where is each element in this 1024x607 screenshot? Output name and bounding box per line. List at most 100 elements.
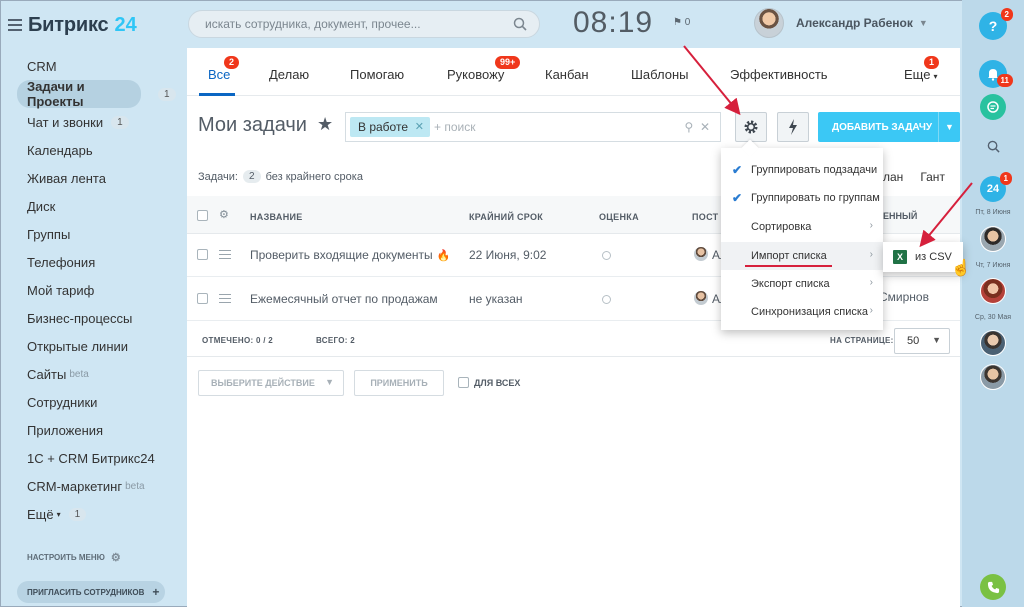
sidebar-item-apps[interactable]: Приложения xyxy=(17,416,182,444)
user-name: Александр Рабенок xyxy=(796,16,913,30)
task-title[interactable]: Ежемесячный отчет по продажам xyxy=(250,292,438,306)
clock[interactable]: 08:19 xyxy=(573,6,653,40)
tab-managing[interactable]: Руковожу xyxy=(447,67,504,82)
user-menu[interactable]: Александр Рабенок ▼ xyxy=(754,8,928,38)
sidebar-item-1c[interactable]: 1С + CRM Битрикс24 xyxy=(17,444,182,472)
column-name[interactable]: НАЗВАНИЕ xyxy=(250,212,303,222)
gear-icon[interactable]: ⚙ xyxy=(219,208,229,221)
flag-counter[interactable]: ⚑ 0 xyxy=(673,17,690,28)
robots-button[interactable] xyxy=(777,112,809,142)
check-icon: ✔ xyxy=(732,163,743,177)
calendar-button[interactable]: 24 1 xyxy=(980,172,1012,202)
sidebar-item-more[interactable]: Ещё ▾ 1 xyxy=(17,500,182,528)
tab-helping[interactable]: Помогаю xyxy=(350,67,404,82)
sidebar-item-tasks[interactable]: Задачи и Проекты 1 xyxy=(17,79,176,109)
clear-icon[interactable]: ✕ xyxy=(700,120,710,134)
sidebar-item-crm[interactable]: CRM xyxy=(17,52,182,80)
left-sidebar: Битрикс 24 CRM Задачи и Проекты 1 Чат и з… xyxy=(0,0,187,607)
task-title[interactable]: Проверить входящие документы 🔥 xyxy=(250,248,450,262)
tab-more[interactable]: Еще ▾ xyxy=(904,67,937,82)
sidebar-item-groups[interactable]: Группы xyxy=(17,220,182,248)
column-deadline[interactable]: КРАЙНИЙ СРОК xyxy=(469,212,543,222)
close-icon[interactable]: ✕ xyxy=(415,120,424,133)
view-plan[interactable]: лан xyxy=(883,170,903,184)
help-badge: 2 xyxy=(1000,8,1013,21)
counter-text[interactable]: без крайнего срока xyxy=(266,171,363,183)
chat-button[interactable] xyxy=(980,94,1006,120)
tab-doing[interactable]: Делаю xyxy=(269,67,309,82)
star-icon[interactable]: ★ xyxy=(317,114,333,135)
gear-icon xyxy=(744,120,758,134)
sidebar-count-badge: 1 xyxy=(158,87,176,101)
sidebar-item-feed[interactable]: Живая лента xyxy=(17,164,182,192)
view-gantt[interactable]: Гант xyxy=(920,170,945,184)
tab-templates[interactable]: Шаблоны xyxy=(631,67,689,82)
setup-menu-button[interactable]: НАСТРОИТЬ МЕНЮ ⚙ xyxy=(27,551,121,564)
avatar xyxy=(694,247,708,261)
recent-chat-2[interactable] xyxy=(980,278,1006,304)
counter-badge[interactable]: 2 xyxy=(243,170,261,183)
avatar xyxy=(694,291,708,305)
sidebar-item-telephony[interactable]: Телефония xyxy=(17,248,182,276)
invite-employees-button[interactable]: ПРИГЛАСИТЬ СОТРУДНИКОВ + xyxy=(17,581,165,603)
tab-kanban[interactable]: Канбан xyxy=(545,67,589,82)
phone-button[interactable] xyxy=(980,574,1006,600)
settings-button[interactable] xyxy=(735,112,767,142)
avatar xyxy=(980,278,1006,304)
column-creator[interactable]: ПОСТ xyxy=(692,212,718,222)
logo[interactable]: Битрикс 24 xyxy=(8,12,137,38)
chevron-down-icon: ▼ xyxy=(932,335,941,345)
bulk-action-select[interactable]: ВЫБЕРИТЕ ДЕЙСТВИЕ ▼ xyxy=(198,370,344,396)
for-all-checkbox[interactable] xyxy=(458,377,469,388)
rating-icon[interactable] xyxy=(602,251,611,260)
column-rating[interactable]: ОЦЕНКА xyxy=(599,212,639,222)
search-icon[interactable]: ⚲ xyxy=(684,120,693,134)
sidebar-item-chat[interactable]: Чат и звонки 1 xyxy=(17,108,182,136)
drag-handle-icon[interactable] xyxy=(219,250,231,262)
recent-chat-3[interactable] xyxy=(980,330,1006,356)
sidebar-item-calendar[interactable]: Календарь xyxy=(17,136,182,164)
for-all-toggle[interactable]: ДЛЯ ВСЕХ xyxy=(458,377,520,388)
per-page-select[interactable]: 50 ▼ xyxy=(894,328,950,354)
sidebar-item-crm-marketing[interactable]: CRM-маркетинг beta xyxy=(17,472,182,500)
select-all-checkbox[interactable] xyxy=(197,210,208,221)
menu-item-sorting[interactable]: Сортировка › xyxy=(721,213,883,241)
drag-handle-icon[interactable] xyxy=(219,294,231,306)
tab-efficiency[interactable]: Эффективность xyxy=(730,67,828,82)
menu-item-group-subtasks[interactable]: ✔ Группировать подзадачи xyxy=(721,156,883,184)
sidebar-item-tariff[interactable]: Мой тариф xyxy=(17,276,182,304)
recent-chat-1[interactable] xyxy=(980,226,1006,252)
filter-tag[interactable]: В работе ✕ xyxy=(350,117,431,137)
chevron-down-icon[interactable]: ▼ xyxy=(938,112,960,142)
chevron-right-icon: › xyxy=(869,220,873,231)
recent-chat-4[interactable] xyxy=(980,364,1006,390)
right-panel: ? 2 11 24 1 Пт, 8 Июня Чт, 7 Июня Ср, 30 … xyxy=(962,0,1024,607)
sidebar-item-sites[interactable]: Сайты beta xyxy=(17,360,182,388)
sidebar-item-employees[interactable]: Сотрудники xyxy=(17,388,182,416)
rating-icon[interactable] xyxy=(602,295,611,304)
sidebar-item-bizproc[interactable]: Бизнес-процессы xyxy=(17,304,182,332)
apply-button[interactable]: ПРИМЕНИТЬ xyxy=(354,370,444,396)
menu-item-group-by-groups[interactable]: ✔ Группировать по группам xyxy=(721,184,883,212)
task-responsible[interactable]: Смирнов xyxy=(879,290,929,304)
menu-item-export[interactable]: Экспорт списка › xyxy=(721,270,883,298)
notifications-button[interactable]: 11 xyxy=(979,60,1013,88)
column-responsible[interactable]: ЕННЫЙ xyxy=(883,211,917,221)
sidebar-item-openlines[interactable]: Открытые линии xyxy=(17,332,182,360)
row-checkbox[interactable] xyxy=(197,249,208,260)
task-deadline[interactable]: не указан xyxy=(469,292,523,306)
chat-date: Пт, 8 Июня xyxy=(975,209,1011,216)
sidebar-item-disk[interactable]: Диск xyxy=(17,192,182,220)
filter-search-input[interactable]: В работе ✕ + поиск ⚲ ✕ xyxy=(345,112,721,142)
check-icon: ✔ xyxy=(732,191,743,205)
add-task-button[interactable]: ДОБАВИТЬ ЗАДАЧУ ▼ xyxy=(818,112,960,142)
task-deadline[interactable]: 22 Июня, 9:02 xyxy=(469,248,546,262)
row-checkbox[interactable] xyxy=(197,293,208,304)
panel-search-button[interactable] xyxy=(983,136,1003,156)
help-button[interactable]: ? 2 xyxy=(979,8,1013,40)
global-search-input[interactable]: искать сотрудника, документ, прочее... xyxy=(188,10,540,38)
menu-item-sync[interactable]: Синхронизация списка › xyxy=(721,298,883,326)
tab-all[interactable]: Все xyxy=(208,67,230,82)
excel-icon: X xyxy=(893,250,907,264)
menu-burger-icon[interactable] xyxy=(8,19,22,31)
